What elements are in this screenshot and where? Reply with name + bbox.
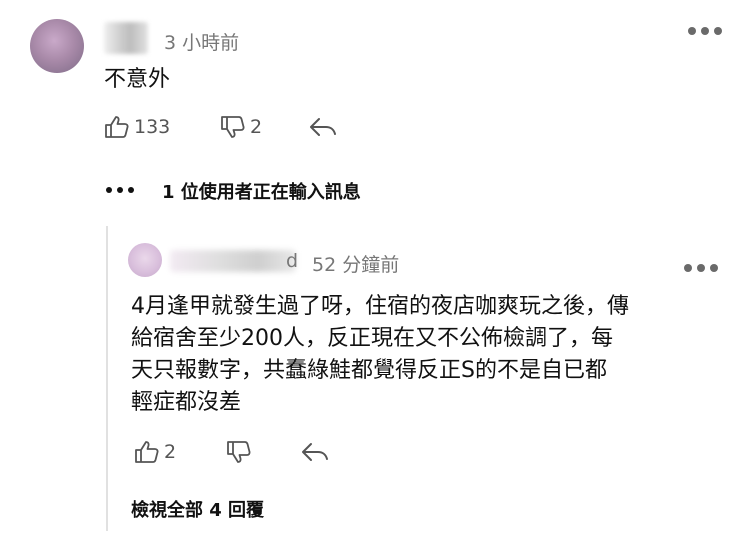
reply-like-count: 2 (164, 441, 177, 463)
reply-text-line: 4月逢甲就發生過了呀，住宿的夜店咖爽玩之後，傳 (131, 294, 629, 319)
reply-like-button[interactable] (134, 440, 160, 464)
like-button[interactable] (104, 115, 130, 139)
reply-username-tail[interactable]: d (286, 250, 298, 272)
like-count: 133 (134, 116, 171, 138)
dislike-count: 2 (250, 116, 263, 138)
username-blurred[interactable] (104, 22, 148, 54)
reply-arrow-icon (302, 443, 328, 461)
reply-timestamp: 52 分鐘前 (312, 254, 400, 276)
reply-dislike-button[interactable] (226, 440, 252, 464)
reply-more-options-icon[interactable] (684, 264, 718, 272)
reply-arrow-icon (310, 118, 336, 136)
reply-avatar[interactable] (128, 243, 162, 277)
thumbs-up-icon (135, 441, 159, 463)
reply-text-line: 給宿舍至少200人，反正現在又不公佈檢調了，每 (131, 326, 613, 351)
reply-text-line: 輕症都沒差 (131, 390, 242, 415)
thread-line (106, 226, 108, 531)
view-all-replies-link[interactable]: 檢視全部 4 回覆 (131, 496, 264, 522)
comment-text: 不意外 (104, 67, 171, 92)
dislike-button[interactable] (220, 115, 246, 139)
reply-reply-button[interactable] (300, 440, 330, 464)
comment-timestamp: 3 小時前 (164, 32, 240, 54)
typing-indicator: 1 位使用者正在輸入訊息 (162, 182, 361, 203)
reply-text-line: 天只報數字，共蠢綠鮭都覺得反正S的不是自已都 (131, 358, 607, 383)
more-options-icon[interactable] (688, 27, 722, 35)
thumbs-down-icon (227, 441, 251, 463)
typing-dots-icon (106, 187, 134, 193)
thumbs-up-icon (105, 116, 129, 138)
reply-button[interactable] (308, 115, 338, 139)
avatar[interactable] (30, 19, 84, 73)
reply-username-blurred[interactable] (170, 250, 296, 272)
thumbs-down-icon (221, 116, 245, 138)
